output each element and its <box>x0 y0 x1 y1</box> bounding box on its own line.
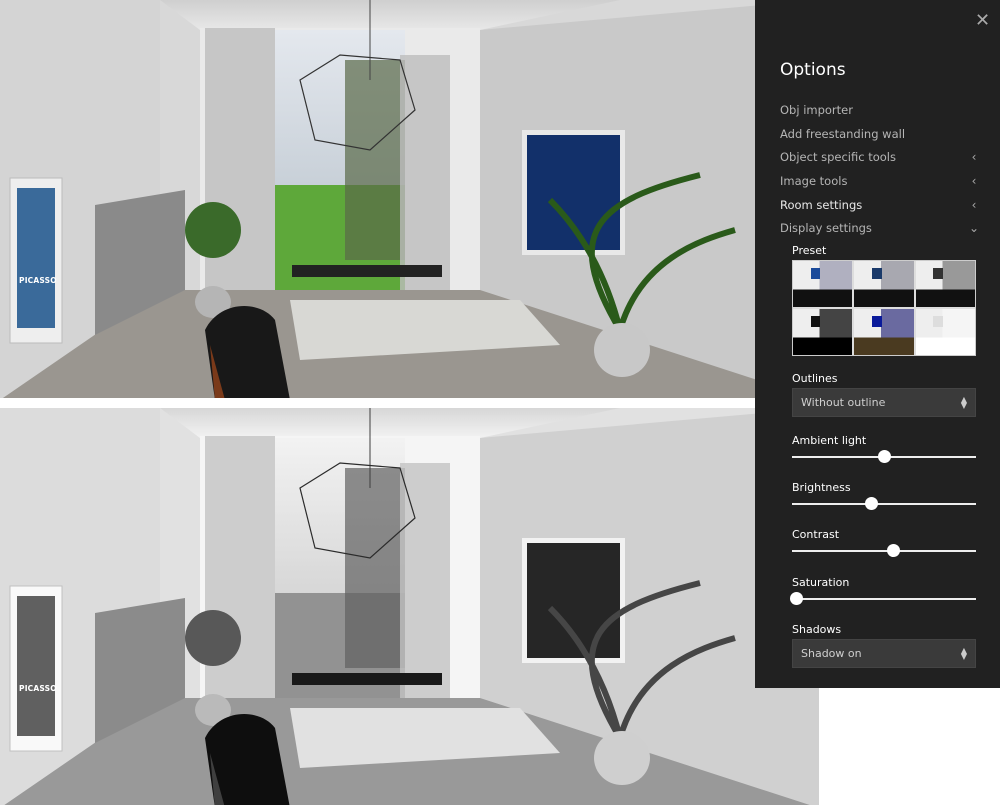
slider-thumb[interactable] <box>789 592 803 605</box>
brightness-slider[interactable] <box>792 497 976 511</box>
saturation-label: Saturation <box>792 576 850 589</box>
menu-item-object-specific-tools[interactable]: Object specific tools ‹ <box>780 145 980 169</box>
chevron-left-icon: ‹ <box>971 150 977 165</box>
preset-thumbnail-4[interactable] <box>793 309 853 355</box>
outlines-value: Without outline <box>801 396 886 409</box>
chevron-left-icon: ‹ <box>971 197 977 212</box>
outlines-label: Outlines <box>792 372 838 385</box>
slider-track <box>792 550 976 552</box>
slider-thumb[interactable] <box>887 544 901 557</box>
poster-text: PICASSO <box>19 276 57 285</box>
slider-thumb[interactable] <box>878 450 891 463</box>
preset-thumbnail-6[interactable] <box>915 309 975 355</box>
preset-section: Preset <box>792 244 976 356</box>
menu-item-label: Room settings <box>780 197 863 212</box>
preset-thumbnail-2[interactable] <box>854 261 914 307</box>
render-view-grayscale[interactable]: PICASSO <box>0 408 819 805</box>
menu-item-room-settings[interactable]: Room settings ‹ <box>780 193 980 217</box>
options-menu: Obj importer Add freestanding wall Objec… <box>780 98 980 240</box>
menu-item-image-tools[interactable]: Image tools ‹ <box>780 169 980 193</box>
preset-thumbnail-1[interactable] <box>793 261 853 307</box>
menu-item-label: Display settings <box>780 221 872 236</box>
close-icon[interactable]: ✕ <box>975 12 993 30</box>
shadows-value: Shadow on <box>801 647 862 660</box>
select-arrows-icon: ▲ ▼ <box>960 645 967 661</box>
ambient-light-slider[interactable] <box>792 450 976 464</box>
room-render-image <box>0 0 755 398</box>
options-panel: ✕ Options Obj importer Add freestanding … <box>755 0 1000 688</box>
outlines-select[interactable]: Without outline ▲ ▼ <box>792 388 976 417</box>
saturation-slider[interactable] <box>789 592 976 606</box>
shadows-select[interactable]: Shadow on ▲ ▼ <box>792 639 976 668</box>
outlines-section: Outlines Without outline ▲ ▼ <box>792 372 976 417</box>
menu-item-label: Image tools <box>780 173 848 188</box>
ambient-light-section: Ambient light <box>792 434 976 464</box>
preset-artwork <box>933 315 943 328</box>
shadows-section: Shadows Shadow on ▲ ▼ <box>792 623 976 668</box>
slider-track <box>792 503 976 505</box>
menu-item-label: Add freestanding wall <box>780 126 906 141</box>
brightness-section: Brightness <box>792 481 976 511</box>
contrast-slider[interactable] <box>792 544 976 558</box>
preset-thumbnail-5[interactable] <box>854 309 914 355</box>
preset-artwork <box>872 267 882 280</box>
ambient-light-label: Ambient light <box>792 434 867 447</box>
select-arrows-icon: ▲ ▼ <box>960 394 967 410</box>
render-view-color[interactable]: PICASSO <box>0 0 755 398</box>
shadows-label: Shadows <box>792 623 842 636</box>
contrast-section: Contrast <box>792 528 976 558</box>
preset-artwork <box>810 315 821 328</box>
slider-thumb[interactable] <box>865 497 879 510</box>
brightness-label: Brightness <box>792 481 851 494</box>
menu-item-label: Obj importer <box>780 102 853 117</box>
preset-artwork <box>933 267 943 280</box>
menu-item-add-freestanding-wall[interactable]: Add freestanding wall <box>780 122 980 146</box>
slider-track <box>792 598 976 600</box>
contrast-label: Contrast <box>792 528 840 541</box>
menu-item-label: Object specific tools <box>780 150 896 165</box>
preset-artwork <box>810 267 821 280</box>
poster-text: PICASSO <box>19 684 57 693</box>
preset-artwork <box>872 315 882 328</box>
chevron-down-icon: ⌄ <box>968 221 980 236</box>
preset-thumbnail-3[interactable] <box>915 261 975 307</box>
preset-grid <box>792 260 976 356</box>
room-render-image <box>0 408 819 805</box>
panel-title: Options <box>780 60 846 80</box>
menu-item-display-settings[interactable]: Display settings ⌄ <box>780 216 980 240</box>
menu-item-obj-importer[interactable]: Obj importer <box>780 98 980 122</box>
saturation-section: Saturation <box>789 576 976 606</box>
chevron-left-icon: ‹ <box>971 173 977 188</box>
preset-label: Preset <box>792 244 827 257</box>
